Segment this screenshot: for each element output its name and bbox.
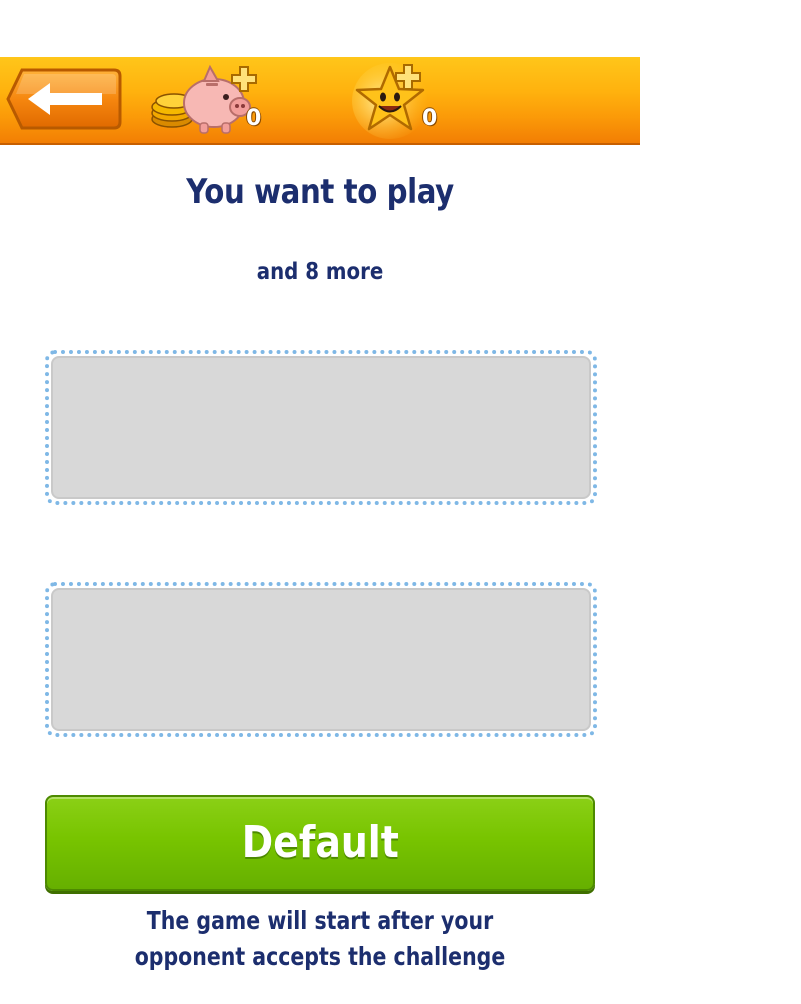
top-bar: 0 0 <box>0 57 640 145</box>
page-subtitle: and 8 more <box>256 259 384 285</box>
screen: 0 0 You want to play and 8 more Default … <box>0 0 640 1004</box>
left-arrow-icon <box>6 68 122 130</box>
challenge-note-text: The game will start after your opponent … <box>134 906 506 971</box>
game-slot-2[interactable] <box>45 582 597 737</box>
coins-counter[interactable]: 0 <box>150 61 270 139</box>
game-slot-1[interactable] <box>45 350 597 505</box>
default-button-label: Default <box>241 817 399 868</box>
coins-count: 0 <box>246 106 262 131</box>
stars-count: 0 <box>422 106 438 131</box>
game-slot-2-panel <box>51 588 591 731</box>
page-title: You want to play <box>186 172 454 212</box>
stars-counter[interactable]: 0 <box>352 61 452 139</box>
back-button[interactable] <box>6 66 122 132</box>
challenge-note: The game will start after your opponent … <box>40 903 600 975</box>
game-slot-1-panel <box>51 356 591 499</box>
default-button[interactable]: Default <box>45 795 595 891</box>
